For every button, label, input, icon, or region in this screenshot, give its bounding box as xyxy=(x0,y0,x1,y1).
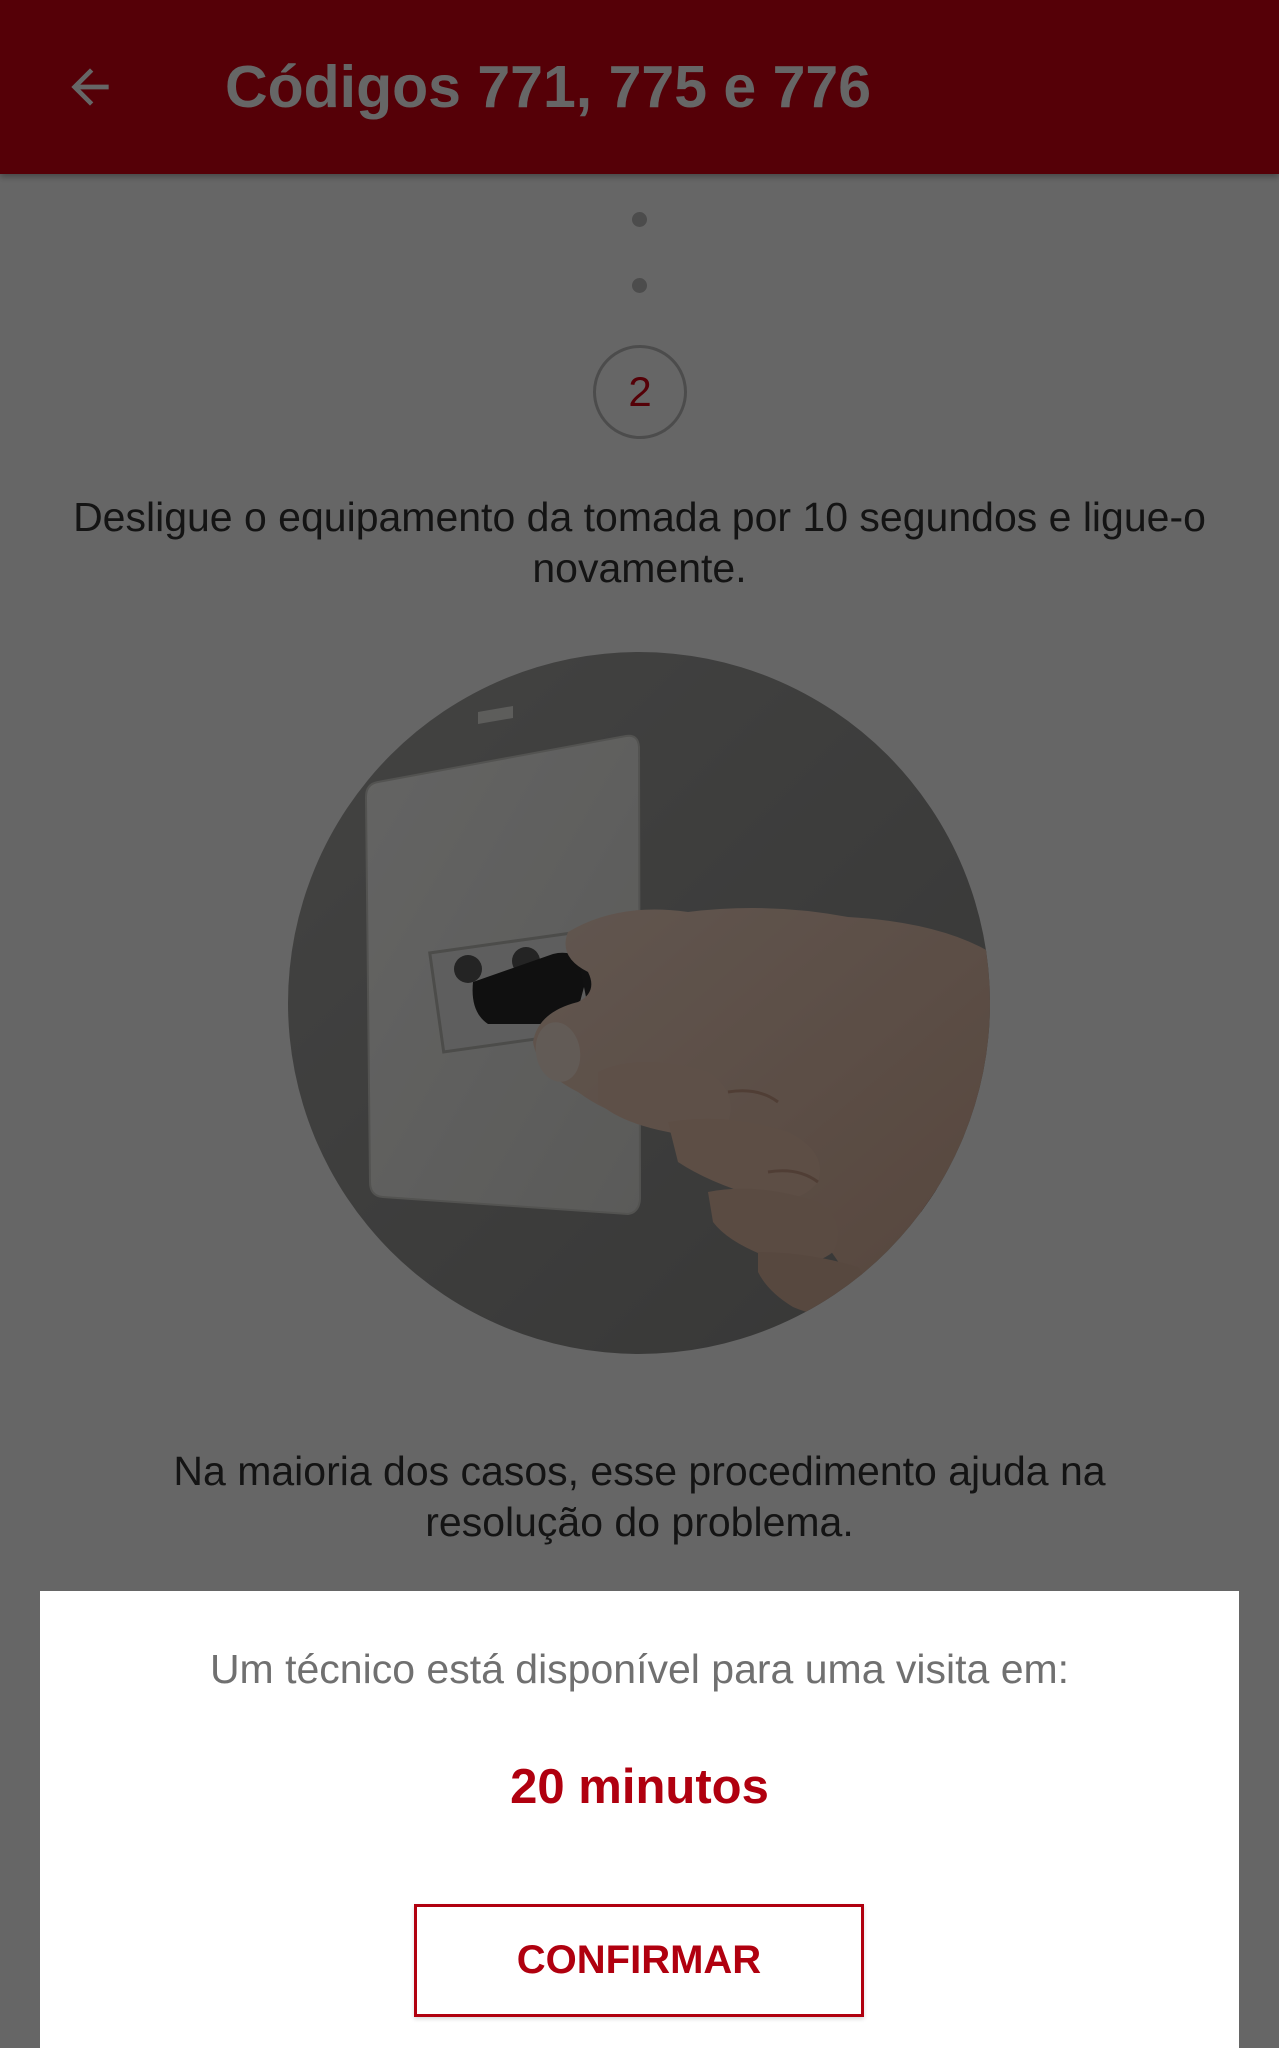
step-photo xyxy=(288,652,990,1354)
back-button[interactable] xyxy=(50,47,130,127)
technician-eta: 20 minutos xyxy=(510,1760,769,1814)
arrow-left-icon xyxy=(71,68,109,106)
app-bar: Códigos 771, 775 e 776 xyxy=(0,0,1279,174)
hand-unplugging-power-cord-photo xyxy=(288,652,990,1354)
technician-card: Um técnico está disponível para uma visi… xyxy=(40,1591,1239,2048)
screen: Códigos 771, 775 e 776 2 Desligue o equi… xyxy=(0,0,1279,2048)
step-note: Na maioria dos casos, esse procedimento … xyxy=(173,1448,1106,1545)
progress-dot xyxy=(632,212,647,227)
technician-availability-text: Um técnico está disponível para uma visi… xyxy=(209,1646,1070,1692)
progress-dot xyxy=(632,278,647,293)
page-title: Códigos 771, 775 e 776 xyxy=(225,54,872,120)
confirm-button[interactable]: CONFIRMAR xyxy=(414,1904,864,2017)
step-number-badge: 2 xyxy=(593,345,687,439)
step-instruction: Desligue o equipamento da tomada por 10 … xyxy=(73,494,1206,591)
